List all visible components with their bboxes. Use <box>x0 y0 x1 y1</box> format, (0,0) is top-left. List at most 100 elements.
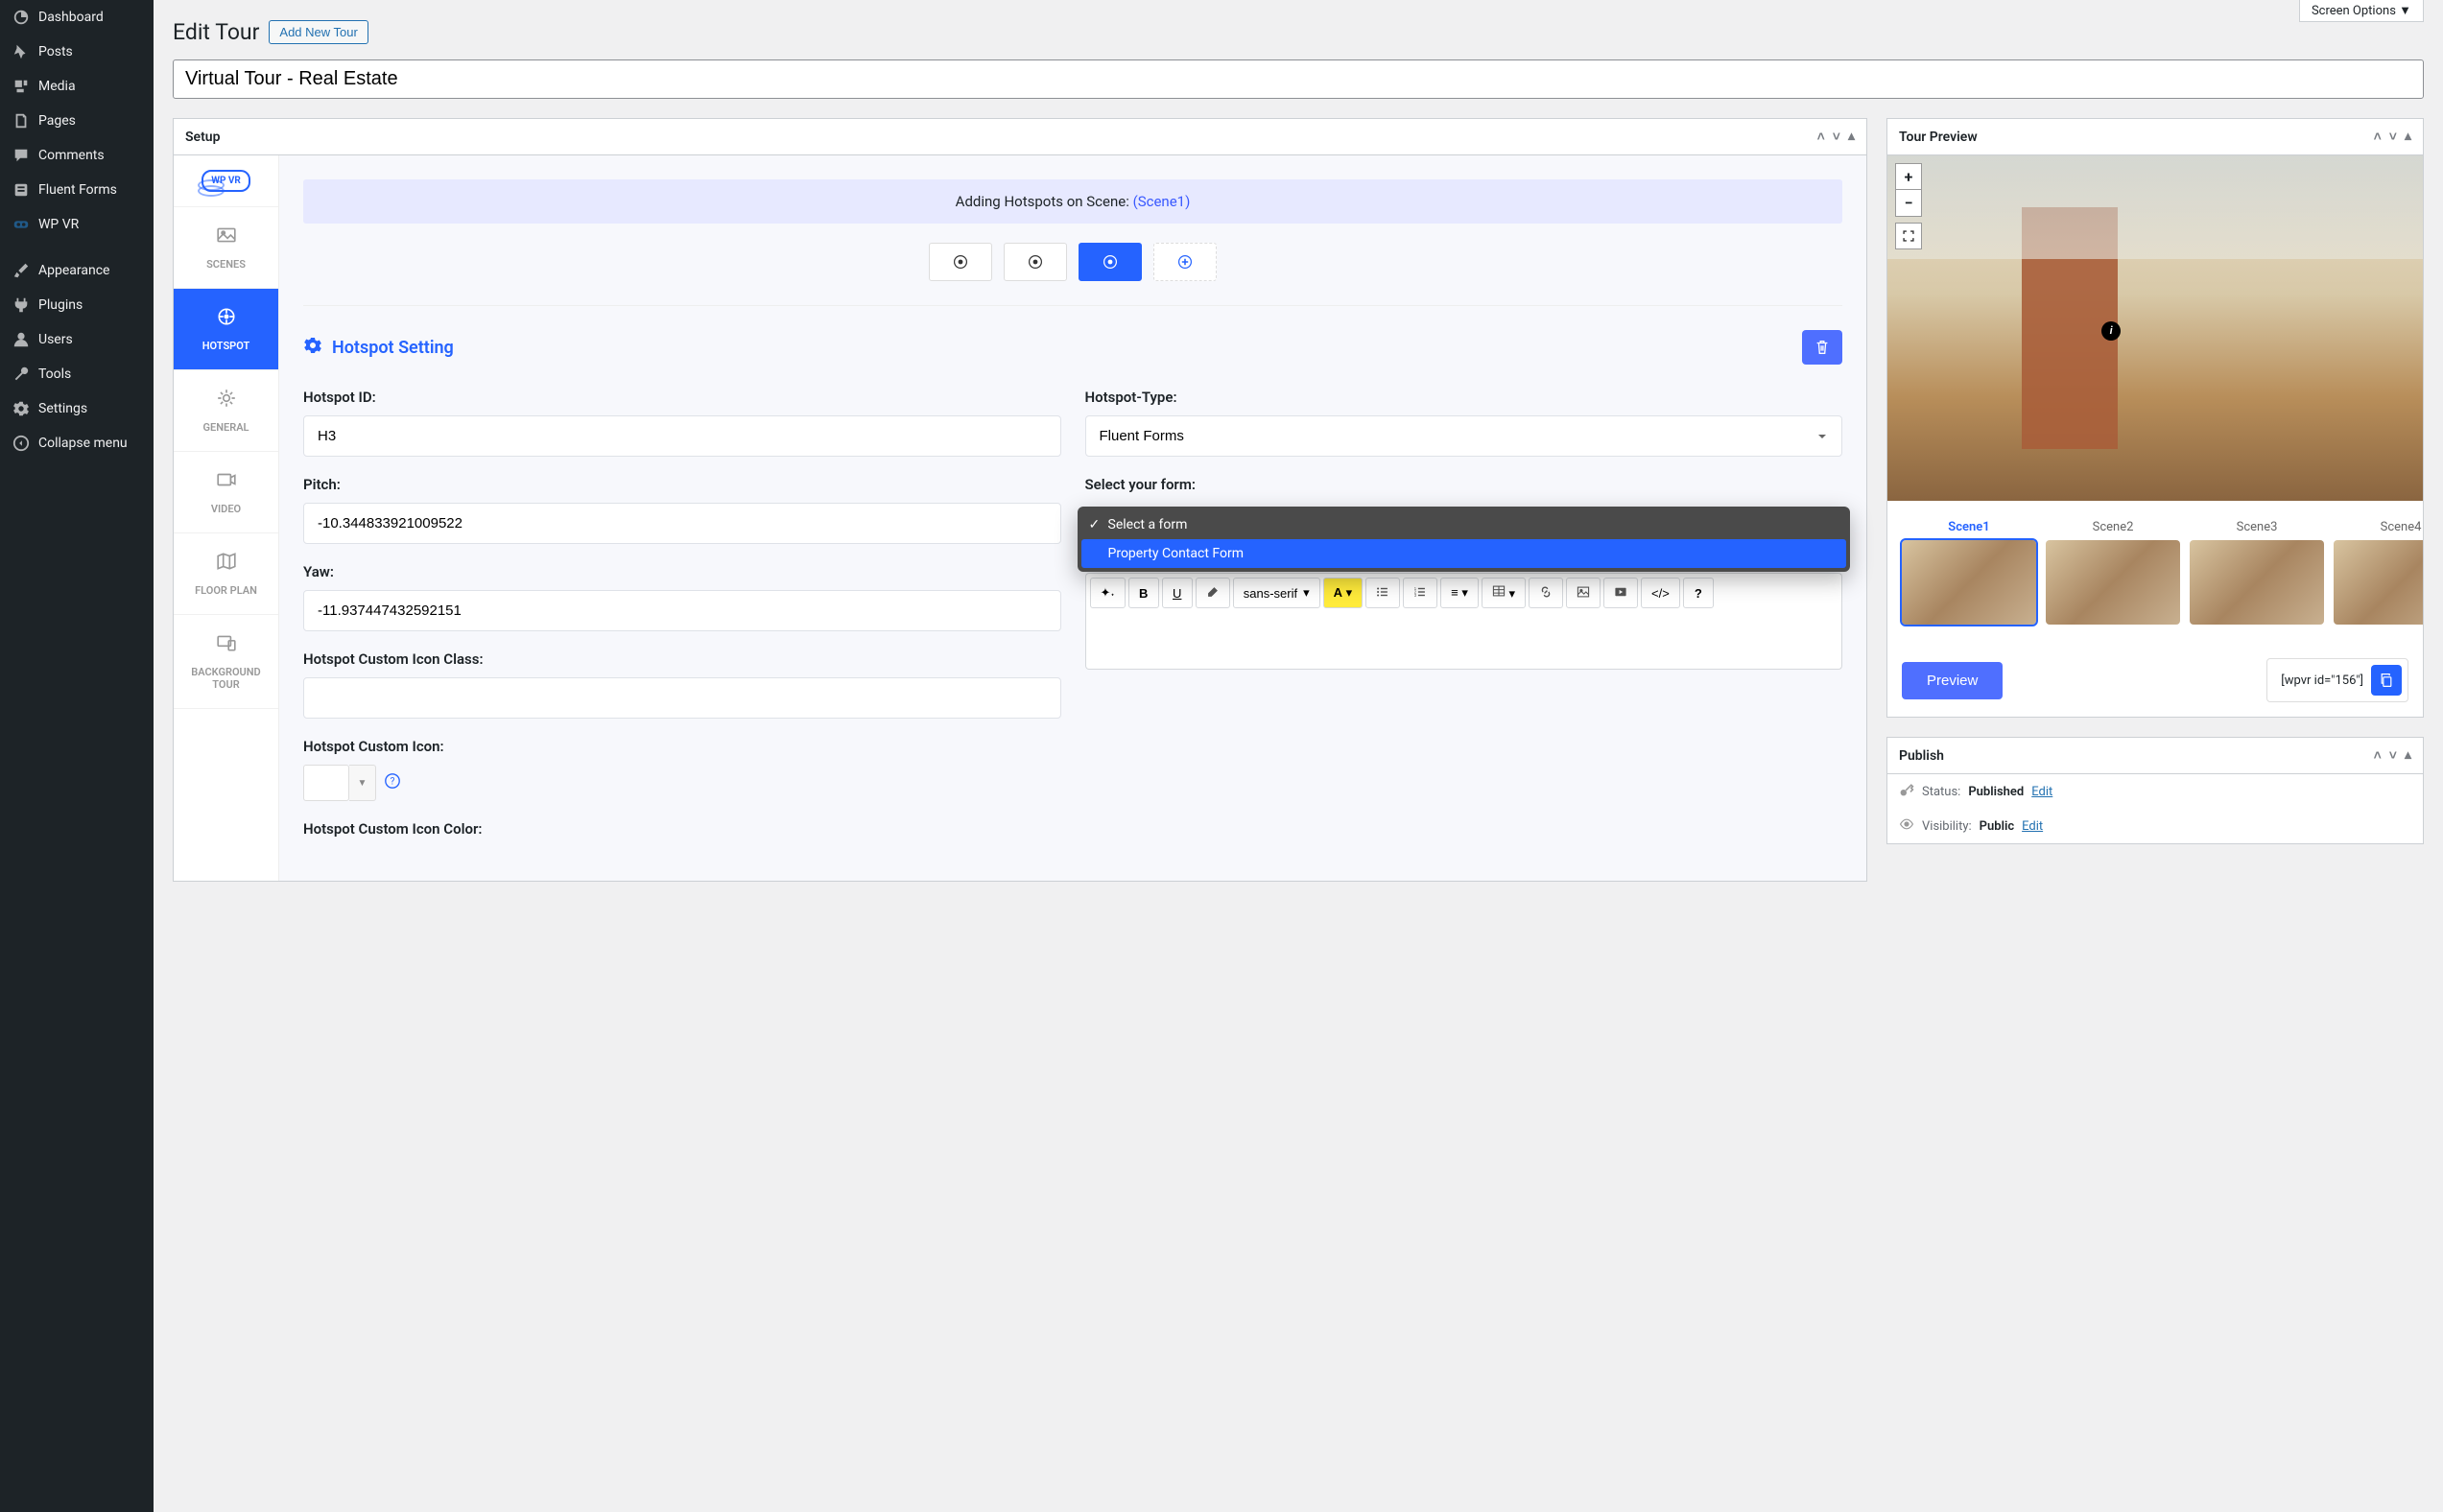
sidebar-item-posts[interactable]: Posts <box>0 35 154 69</box>
metabox-move-up-icon[interactable]: ˄ <box>1817 129 1825 145</box>
sidebar-item-wpvr[interactable]: WP VR <box>0 207 154 242</box>
hotspot-add-button[interactable] <box>1153 243 1217 281</box>
custom-icon-class-input[interactable] <box>303 677 1061 719</box>
editor-align-button[interactable]: ≡ ▾ <box>1440 578 1479 608</box>
visibility-edit-link[interactable]: Edit <box>2022 819 2043 834</box>
editor-eraser-button[interactable] <box>1196 578 1230 608</box>
fullscreen-button[interactable] <box>1895 223 1922 249</box>
custom-icon-dropdown[interactable]: ▼ <box>349 765 376 801</box>
sidebar-item-media[interactable]: Media <box>0 69 154 104</box>
preview-panorama[interactable]: + − i <box>1887 155 2423 501</box>
editor-content-area[interactable] <box>1085 612 1843 670</box>
metabox-move-down-icon[interactable]: ˅ <box>2389 747 2397 764</box>
hotspot-selector-2[interactable] <box>1004 243 1067 281</box>
dropdown-option-select-form[interactable]: Select a form <box>1081 510 1847 539</box>
sidebar-item-users[interactable]: Users <box>0 322 154 357</box>
preview-button[interactable]: Preview <box>1902 662 2003 699</box>
tour-title-input[interactable] <box>173 59 2424 99</box>
sidebar-item-fluentforms[interactable]: Fluent Forms <box>0 173 154 207</box>
metabox-toggle-icon[interactable]: ▴ <box>2405 129 2411 145</box>
pitch-input[interactable] <box>303 503 1061 544</box>
sidebar-item-label: Appearance <box>38 263 109 278</box>
tab-scenes[interactable]: SCENES <box>174 207 278 289</box>
tab-label: SCENES <box>206 258 246 271</box>
scene-thumb-image <box>2190 540 2324 625</box>
hotspot-type-select[interactable]: Fluent Forms <box>1085 415 1843 457</box>
editor-font-color-button[interactable]: A ▾ <box>1323 578 1364 608</box>
hotspot-id-label: Hotspot ID: <box>303 389 1061 406</box>
sidebar-item-dashboard[interactable]: Dashboard <box>0 0 154 35</box>
sidebar-item-label: Comments <box>38 148 105 163</box>
sidebar-item-label: Settings <box>38 401 87 416</box>
sidebar-item-label: Users <box>38 332 73 347</box>
editor-table-button[interactable]: ▾ <box>1482 578 1526 608</box>
custom-icon-class-label: Hotspot Custom Icon Class: <box>303 650 1061 668</box>
hotspot-selector-3[interactable] <box>1079 243 1142 281</box>
tab-hotspot[interactable]: HOTSPOT <box>174 289 278 370</box>
eye-icon <box>1899 816 1914 836</box>
zoom-in-button[interactable]: + <box>1895 163 1922 190</box>
wpvr-logo-tab: WP VR <box>174 155 278 207</box>
scene-thumb-2[interactable]: Scene2 <box>2046 520 2180 625</box>
editor-link-button[interactable] <box>1529 578 1563 608</box>
sidebar-item-pages[interactable]: Pages <box>0 104 154 138</box>
sidebar-item-tools[interactable]: Tools <box>0 357 154 391</box>
metabox-move-down-icon[interactable]: ˅ <box>2389 129 2397 145</box>
metabox-toggle-icon[interactable]: ▴ <box>2405 747 2411 764</box>
dropdown-option-property-contact[interactable]: Property Contact Form <box>1081 539 1847 568</box>
crosshair-icon <box>183 306 269 332</box>
comment-icon <box>12 146 31 165</box>
help-icon[interactable]: ? <box>384 772 401 793</box>
tab-background-tour[interactable]: BACKGROUND TOUR <box>174 615 278 709</box>
wrench-icon <box>12 365 31 384</box>
copy-shortcode-button[interactable] <box>2371 665 2402 696</box>
sidebar-item-label: Fluent Forms <box>38 182 117 198</box>
metabox-move-down-icon[interactable]: ˅ <box>1833 129 1840 145</box>
editor-wand-button[interactable]: ✦˖ <box>1090 578 1126 608</box>
sidebar-item-label: Dashboard <box>38 10 104 25</box>
editor-ol-button[interactable]: 123 <box>1403 578 1437 608</box>
hotspot-marker-icon[interactable]: i <box>2101 321 2121 341</box>
preview-heading: Tour Preview <box>1899 130 1978 145</box>
visibility-value: Public <box>1980 819 2014 834</box>
editor-font-select[interactable]: sans-serif ▾ <box>1233 578 1320 608</box>
scene-thumb-label: Scene3 <box>2190 520 2324 534</box>
publish-heading: Publish <box>1899 748 1944 764</box>
scene-link[interactable]: (Scene1) <box>1133 193 1191 210</box>
zoom-out-button[interactable]: − <box>1895 190 1922 217</box>
scene-thumb-3[interactable]: Scene3 <box>2190 520 2324 625</box>
tab-general[interactable]: GENERAL <box>174 370 278 452</box>
sidebar-item-collapse[interactable]: Collapse menu <box>0 426 154 461</box>
visibility-label: Visibility: <box>1922 819 1972 834</box>
sidebar-item-appearance[interactable]: Appearance <box>0 253 154 288</box>
hotspot-id-input[interactable] <box>303 415 1061 457</box>
scene-thumb-1[interactable]: Scene1 <box>1902 520 2036 625</box>
hotspot-selector-1[interactable] <box>929 243 992 281</box>
hotspot-type-label: Hotspot-Type: <box>1085 389 1843 406</box>
delete-hotspot-button[interactable] <box>1802 330 1842 365</box>
sidebar-item-settings[interactable]: Settings <box>0 391 154 426</box>
sidebar-item-comments[interactable]: Comments <box>0 138 154 173</box>
user-icon <box>12 330 31 349</box>
sidebar-item-label: Collapse menu <box>38 436 128 451</box>
metabox-toggle-icon[interactable]: ▴ <box>1848 129 1855 145</box>
add-new-tour-button[interactable]: Add New Tour <box>269 20 368 44</box>
editor-help-button[interactable]: ? <box>1683 578 1714 608</box>
tab-video[interactable]: VIDEO <box>174 452 278 533</box>
editor-bold-button[interactable]: B <box>1128 578 1159 608</box>
sidebar-item-plugins[interactable]: Plugins <box>0 288 154 322</box>
metabox-move-up-icon[interactable]: ˄ <box>2374 747 2382 764</box>
status-edit-link[interactable]: Edit <box>2031 785 2052 799</box>
scene-thumb-label: Scene4 <box>2334 520 2423 534</box>
editor-image-button[interactable] <box>1566 578 1601 608</box>
editor-underline-button[interactable]: U <box>1162 578 1193 608</box>
scene-thumb-4[interactable]: Scene4 <box>2334 520 2423 625</box>
sidebar-item-label: WP VR <box>38 217 79 232</box>
screen-options-button[interactable]: Screen Options ▼ <box>2299 0 2424 22</box>
yaw-input[interactable] <box>303 590 1061 631</box>
tab-floor-plan[interactable]: FLOOR PLAN <box>174 533 278 615</box>
metabox-move-up-icon[interactable]: ˄ <box>2374 129 2382 145</box>
editor-video-button[interactable] <box>1603 578 1638 608</box>
editor-ul-button[interactable] <box>1365 578 1400 608</box>
editor-code-button[interactable]: </> <box>1641 578 1680 608</box>
